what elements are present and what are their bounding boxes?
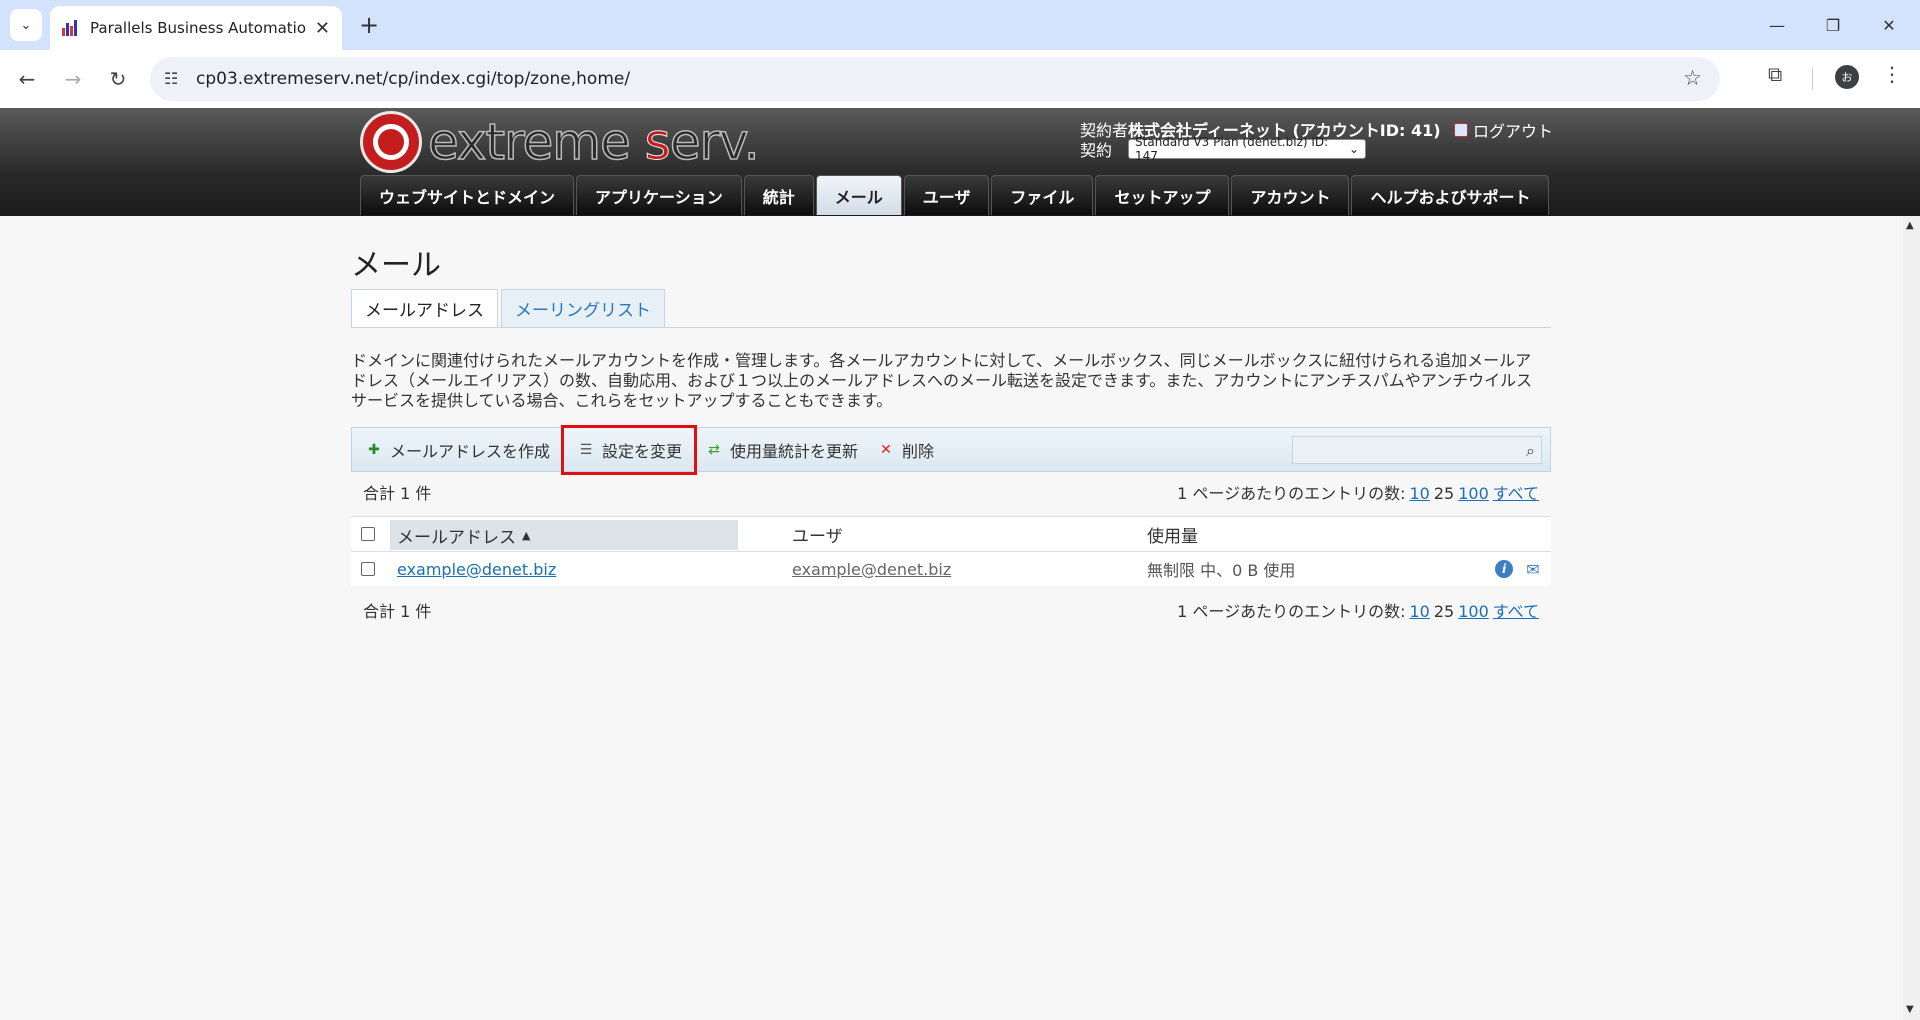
window-close-icon[interactable]: ✕	[1862, 8, 1916, 42]
nav-help-support[interactable]: ヘルプおよびサポート	[1351, 175, 1550, 215]
mail-settings-icon[interactable]: ✉	[1523, 560, 1543, 579]
page-description: ドメインに関連付けられたメールアカウントを作成・管理します。各メールアカウントに…	[351, 351, 1533, 410]
new-tab-button[interactable]: +	[352, 8, 386, 42]
nav-mail[interactable]: メール	[815, 175, 902, 215]
contract-row: 契約 Standard V3 Plan (denet.biz) ID: 147 ⌄	[1080, 135, 1367, 163]
url-text: cp03.extremeserv.net/cp/index.cgi/top/zo…	[196, 69, 631, 89]
action-toolbar: ✚ メールアドレスを作成 ☰ 設定を変更 ⇄ 使用量統計を更新 ✕ 削除 ⌕	[351, 424, 1551, 475]
browser-tab[interactable]: Parallels Business Automation - Standard…	[50, 6, 342, 50]
extensions-puzzle-icon[interactable]: ⧉	[1768, 62, 1782, 86]
per-page-control: 1 ページあたりのエントリの数: 10 25 100 すべて	[1177, 484, 1539, 503]
nav-users[interactable]: ユーザ	[903, 175, 990, 215]
chevron-down-icon: ⌄	[20, 17, 32, 33]
per-page-all[interactable]: すべて	[1493, 484, 1539, 503]
subtabs: メールアドレス メーリングリスト	[351, 289, 665, 327]
delete-x-icon: ✕	[880, 441, 892, 458]
address-bar[interactable]: ☷ cp03.extremeserv.net/cp/index.cgi/top/…	[150, 57, 1720, 101]
select-all-checkbox[interactable]	[361, 527, 375, 541]
reload-icon[interactable]: ↻	[101, 62, 135, 96]
tab-search-button[interactable]: ⌄	[10, 9, 42, 41]
per-page-100[interactable]: 100	[1458, 602, 1489, 621]
total-count: 合計 1 件	[363, 602, 432, 621]
create-email-button[interactable]: ✚ メールアドレスを作成	[364, 428, 550, 472]
total-count: 合計 1 件	[363, 484, 432, 503]
nav-statistics[interactable]: 統計	[743, 175, 814, 215]
restore-icon[interactable]: ❐	[1806, 8, 1860, 42]
parallels-favicon-icon	[62, 20, 80, 36]
sort-up-icon: ▲	[522, 528, 531, 542]
per-page-control: 1 ページあたりのエントリの数: 10 25 100 すべて	[1177, 602, 1539, 621]
nav-account[interactable]: アカウント	[1231, 175, 1350, 215]
tab-email-addresses[interactable]: メールアドレス	[351, 289, 498, 327]
sort-email-header[interactable]: メールアドレス ▲	[390, 520, 738, 550]
table-header: メールアドレス ▲ ユーザ 使用量	[351, 516, 1551, 552]
main-nav: ウェブサイトとドメイン アプリケーション 統計 メール ユーザ ファイル セット…	[360, 175, 1550, 215]
search-input[interactable]: ⌕	[1292, 436, 1542, 464]
minimize-icon[interactable]: —	[1750, 8, 1804, 42]
tab-title: Parallels Business Automation - Standard	[90, 19, 307, 37]
delete-button[interactable]: ✕ 削除	[876, 428, 934, 472]
page-scrollbar[interactable]	[1903, 216, 1920, 1020]
logo-emblem-icon	[360, 111, 422, 173]
forward-arrow-icon[interactable]: →	[56, 62, 90, 96]
user-header[interactable]: ユーザ	[792, 522, 843, 547]
pagination-bottom: 合計 1 件 1 ページあたりのエントリの数: 10 25 100 すべて	[351, 598, 1551, 622]
nav-websites-domains[interactable]: ウェブサイトとドメイン	[360, 175, 575, 215]
browser-tabstrip: ⌄ Parallels Business Automation - Standa…	[0, 0, 1920, 50]
per-page-10[interactable]: 10	[1409, 602, 1429, 621]
toolbar-divider	[1812, 68, 1813, 90]
back-arrow-icon[interactable]: ←	[10, 62, 44, 96]
contract-label: 契約	[1080, 141, 1113, 160]
email-table: メールアドレス ▲ ユーザ 使用量 example@denet.biz examp…	[351, 516, 1551, 586]
per-page-100[interactable]: 100	[1458, 484, 1489, 503]
per-page-25: 25	[1433, 484, 1455, 503]
update-stats-button[interactable]: ⇄ 使用量統計を更新	[704, 428, 858, 472]
logo-text: extreme serv.	[427, 112, 760, 172]
nav-setup[interactable]: セットアップ	[1095, 175, 1230, 215]
logout-icon	[1454, 123, 1468, 137]
page-title: メール	[351, 248, 441, 283]
browser-toolbar: ← → ↻ ☷ cp03.extremeserv.net/cp/index.cg…	[0, 50, 1920, 108]
add-mailbox-icon: ✚	[368, 441, 380, 458]
refresh-icon: ⇄	[708, 441, 720, 458]
usage-value: 無制限 中、0 B 使用	[1147, 561, 1296, 580]
logout-link[interactable]: ログアウト	[1454, 118, 1553, 142]
settings-sliders-icon: ☰	[579, 441, 593, 458]
chevron-down-icon: ⌄	[1348, 142, 1360, 156]
email-link[interactable]: example@denet.biz	[397, 560, 556, 579]
row-checkbox[interactable]	[361, 562, 375, 576]
profile-avatar[interactable]: お	[1835, 65, 1859, 89]
contract-select[interactable]: Standard V3 Plan (denet.biz) ID: 147 ⌄	[1128, 135, 1367, 163]
tab-mailing-lists[interactable]: メーリングリスト	[501, 289, 665, 327]
search-icon[interactable]: ⌕	[1526, 441, 1535, 461]
site-info-icon[interactable]: ☷	[164, 69, 178, 88]
change-settings-button[interactable]: ☰ 設定を変更	[561, 424, 698, 475]
user-link[interactable]: example@denet.biz	[792, 560, 951, 579]
nav-files[interactable]: ファイル	[991, 175, 1094, 215]
close-icon[interactable]: ✕	[315, 18, 330, 39]
bookmark-star-icon[interactable]: ☆	[1683, 66, 1702, 90]
table-row: example@denet.biz example@denet.biz 無制限 …	[351, 552, 1551, 586]
tab-divider	[351, 327, 1551, 328]
scroll-down-icon[interactable]: ▼	[1906, 1004, 1914, 1015]
per-page-10[interactable]: 10	[1409, 484, 1429, 503]
per-page-25: 25	[1433, 602, 1455, 621]
scroll-up-icon[interactable]: ▲	[1906, 220, 1914, 231]
extremeserv-logo[interactable]: extreme serv.	[360, 111, 760, 173]
per-page-all[interactable]: すべて	[1493, 602, 1539, 621]
pagination-top: 合計 1 件 1 ページあたりのエントリの数: 10 25 100 すべて	[351, 480, 1551, 504]
browser-menu-icon[interactable]: ⋮	[1882, 62, 1902, 86]
usage-header[interactable]: 使用量	[1147, 522, 1198, 547]
info-icon[interactable]: i	[1495, 560, 1513, 578]
nav-applications[interactable]: アプリケーション	[576, 175, 742, 215]
row-actions: i ✉	[1495, 560, 1543, 579]
